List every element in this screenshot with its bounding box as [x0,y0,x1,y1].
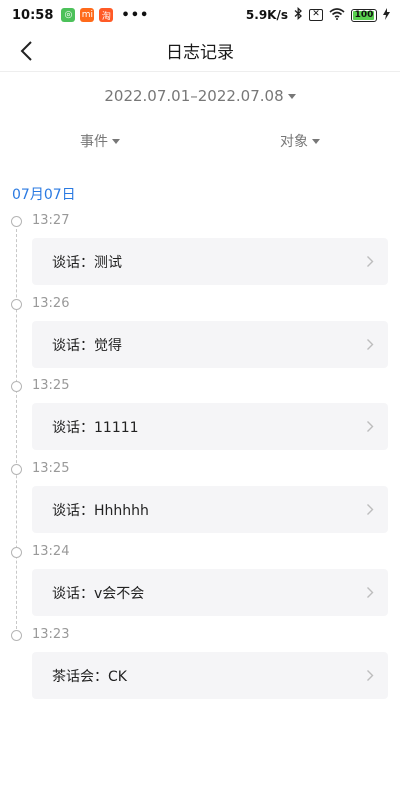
taobao-icon: 淘 [99,8,114,22]
page-title: 日志记录 [166,43,234,63]
log-card-text: 谈话：v会不会 [52,585,145,602]
log-card[interactable]: 谈话：测试 [32,238,388,285]
log-card-text: 谈话：11111 [52,419,139,436]
timeline-node [11,299,22,310]
chevron-right-icon [367,256,374,267]
entry-time: 13:26 [32,296,70,311]
status-time: 10:58 [12,7,54,23]
log-card-text: 茶话会：CK [52,668,127,685]
entry-time: 13:25 [32,461,70,476]
log-card[interactable]: 茶话会：CK [32,652,388,699]
charging-icon [383,7,390,23]
caret-down-icon [112,138,120,144]
timeline-node [11,547,22,558]
back-button[interactable] [12,36,40,66]
filter-event[interactable]: 事件 [0,126,200,156]
chevron-right-icon [367,670,374,681]
log-card[interactable]: 谈话：11111 [32,403,388,450]
entry-time: 13:25 [32,378,70,393]
timeline-node [11,216,22,227]
timeline-node [11,381,22,392]
screen: 10:58 ◎ mi 淘 ••• 5.9K/s ✕ 100 日志记录 2022.… [0,0,400,800]
date-heading: 07月07日 [12,187,76,203]
filter-object[interactable]: 对象 [200,126,400,156]
caret-down-icon [312,138,320,144]
entry-time: 13:27 [32,213,70,228]
battery-icon: 100 [351,8,377,22]
log-card-text: 谈话：测试 [52,254,122,271]
log-card[interactable]: 谈话：觉得 [32,321,388,368]
caret-down-icon [287,93,296,99]
header: 日志记录 [0,30,400,72]
timeline-node [11,630,22,641]
filter-object-label: 对象 [280,134,308,150]
bluetooth-icon [294,7,303,23]
date-range-selector[interactable]: 2022.07.01–2022.07.08 [0,82,400,110]
log-card[interactable]: 谈话：v会不会 [32,569,388,616]
wechat-icon: ◎ [61,8,76,22]
more-notifications-icon: ••• [121,7,150,23]
entry-time: 13:24 [32,544,70,559]
network-speed: 5.9K/s [245,8,288,22]
timeline-node [11,464,22,475]
date-range-label: 2022.07.01–2022.07.08 [104,87,284,105]
status-bar: 10:58 ◎ mi 淘 ••• 5.9K/s ✕ 100 [0,0,400,30]
sim-icon: ✕ [309,9,323,21]
filter-bar: 事件 对象 [0,126,400,156]
chevron-right-icon [367,339,374,350]
mi-icon: mi [80,8,95,22]
chevron-left-icon [20,41,32,61]
filter-event-label: 事件 [80,134,108,150]
log-card-text: 谈话：觉得 [52,337,122,354]
status-right: 5.9K/s ✕ 100 [246,7,390,23]
timeline-line [16,224,17,634]
log-card-text: 谈话：Hhhhhh [52,502,149,519]
log-card[interactable]: 谈话：Hhhhhh [32,486,388,533]
battery-level: 100 [354,10,374,20]
chevron-right-icon [367,421,374,432]
chevron-right-icon [367,587,374,598]
wifi-icon [329,7,345,23]
chevron-right-icon [367,504,374,515]
entry-time: 13:23 [32,627,70,642]
